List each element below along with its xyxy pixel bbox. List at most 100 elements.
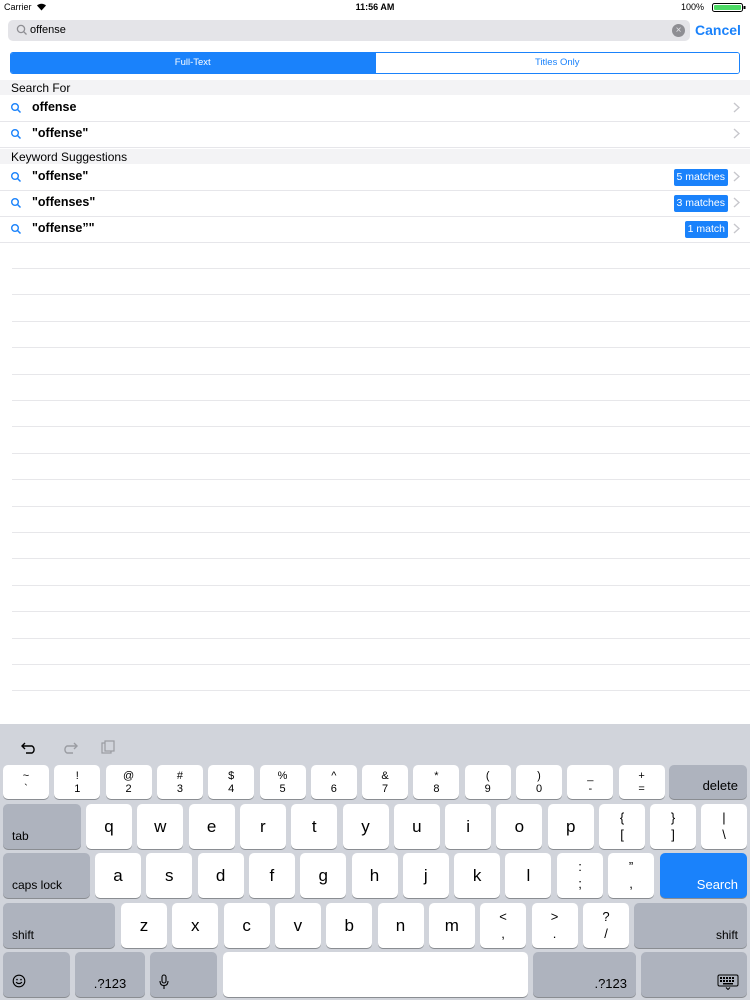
chevron-right-icon: [733, 197, 740, 208]
tab-key[interactable]: tab: [3, 804, 81, 849]
key-symbol[interactable]: {[: [599, 804, 645, 849]
key-symbol[interactable]: | \: [701, 804, 747, 849]
key-number-5[interactable]: % 5: [259, 765, 306, 799]
status-time: 11:56 AM: [355, 2, 395, 12]
key-symbol[interactable]: ? /: [583, 903, 629, 948]
list-item-text: "offense": [32, 126, 89, 140]
paste-icon[interactable]: [99, 740, 119, 754]
segment-full-text[interactable]: Full-Text: [11, 53, 375, 73]
search-icon: [11, 224, 22, 235]
key-number-8[interactable]: * 8: [413, 765, 460, 799]
row-separator: [12, 321, 750, 322]
key-number-9[interactable]: (9: [464, 765, 511, 799]
key-letter[interactable]: l: [505, 853, 552, 898]
row-separator: [12, 506, 750, 507]
key-letter[interactable]: w: [137, 804, 184, 849]
key-letter[interactable]: q: [86, 804, 132, 849]
key-letter[interactable]: c: [223, 903, 270, 948]
key-number-3[interactable]: #3: [156, 765, 203, 799]
list-item-text: offense: [32, 100, 77, 114]
key-letter[interactable]: e: [188, 804, 235, 849]
key-number-2[interactable]: @2: [105, 765, 152, 799]
key-letter[interactable]: v: [274, 903, 321, 948]
key-number-4[interactable]: $4: [208, 765, 255, 799]
search-icon: [11, 198, 22, 209]
search-field[interactable]: offense ×: [8, 20, 690, 41]
search-scope-control[interactable]: Full-Text Titles Only: [10, 52, 740, 74]
undo-icon[interactable]: [20, 740, 40, 754]
key-letter[interactable]: o: [496, 804, 543, 849]
row-separator: [12, 558, 750, 559]
row-separator: [12, 268, 750, 269]
caps-lock-key[interactable]: caps lock: [3, 853, 90, 898]
search-icon: [11, 129, 22, 140]
list-item[interactable]: "offense": [0, 121, 750, 148]
match-count-badge: 1 match: [684, 221, 728, 238]
list-item-text: "offenses": [32, 195, 96, 209]
search-icon: [11, 103, 22, 114]
key-letter[interactable]: g: [300, 853, 347, 898]
cancel-button[interactable]: Cancel: [695, 22, 741, 38]
search-input[interactable]: offense: [30, 24, 66, 36]
key-number-0[interactable]: ~ `: [3, 765, 49, 799]
key-symbol[interactable]: <,: [480, 903, 526, 948]
redo-icon[interactable]: [59, 740, 79, 754]
shift-key-left[interactable]: shift: [3, 903, 115, 948]
key-number-6[interactable]: ^ 6: [310, 765, 357, 799]
key-symbol[interactable]: ”,: [608, 853, 654, 898]
row-separator: [12, 585, 750, 586]
list-item[interactable]: offense: [0, 95, 750, 122]
key-letter[interactable]: r: [239, 804, 286, 849]
key-letter[interactable]: i: [445, 804, 492, 849]
key-number-10[interactable]: ) 0: [516, 765, 562, 799]
key-letter[interactable]: b: [326, 903, 373, 948]
key-letter[interactable]: x: [172, 903, 219, 948]
key-letter[interactable]: f: [248, 853, 295, 898]
list-item[interactable]: "offense" 5 matches: [0, 164, 750, 191]
space-key[interactable]: [223, 952, 528, 997]
key-letter[interactable]: z: [121, 903, 167, 948]
key-number-12[interactable]: + =: [618, 765, 665, 799]
list-item[interactable]: "offenses" 3 matches: [0, 190, 750, 217]
row-separator: [12, 479, 750, 480]
row-separator: [12, 374, 750, 375]
key-letter[interactable]: y: [342, 804, 389, 849]
search-key[interactable]: Search: [660, 853, 747, 898]
numbers-key-right[interactable]: .?123: [533, 952, 636, 997]
section-header-search-for: Search For: [0, 80, 750, 95]
key-letter[interactable]: p: [547, 804, 594, 849]
emoji-key[interactable]: [3, 952, 70, 997]
search-icon: [11, 172, 22, 183]
key-symbol[interactable]: }]: [650, 804, 696, 849]
row-separator: [12, 664, 750, 665]
key-letter[interactable]: j: [402, 853, 449, 898]
key-number-1[interactable]: ! 1: [54, 765, 101, 799]
key-letter[interactable]: t: [291, 804, 338, 849]
clear-icon[interactable]: ×: [672, 24, 685, 37]
chevron-right-icon: [733, 223, 740, 234]
key-letter[interactable]: u: [393, 804, 440, 849]
key-letter[interactable]: s: [146, 853, 193, 898]
key-letter[interactable]: d: [197, 853, 244, 898]
numbers-key-left[interactable]: .?123: [75, 952, 145, 997]
key-letter[interactable]: m: [428, 903, 475, 948]
chevron-right-icon: [733, 128, 740, 139]
delete-key[interactable]: delete: [669, 765, 747, 799]
key-symbol[interactable]: :;: [557, 853, 603, 898]
hide-keyboard-key[interactable]: [641, 952, 747, 997]
key-letter[interactable]: h: [351, 853, 398, 898]
list-item[interactable]: "offense”" 1 match: [0, 216, 750, 243]
key-number-11[interactable]: _ -: [567, 765, 614, 799]
microphone-icon: [159, 974, 169, 989]
segment-titles-only[interactable]: Titles Only: [374, 53, 739, 73]
chevron-right-icon: [733, 171, 740, 182]
key-number-7[interactable]: & 7: [362, 765, 409, 799]
key-symbol[interactable]: >.: [531, 903, 578, 948]
shift-key-right[interactable]: shift: [634, 903, 747, 948]
key-letter[interactable]: n: [377, 903, 424, 948]
key-letter[interactable]: a: [95, 853, 141, 898]
key-letter[interactable]: k: [454, 853, 501, 898]
row-separator: [12, 400, 750, 401]
chevron-right-icon: [733, 102, 740, 113]
dictation-key[interactable]: [150, 952, 217, 997]
